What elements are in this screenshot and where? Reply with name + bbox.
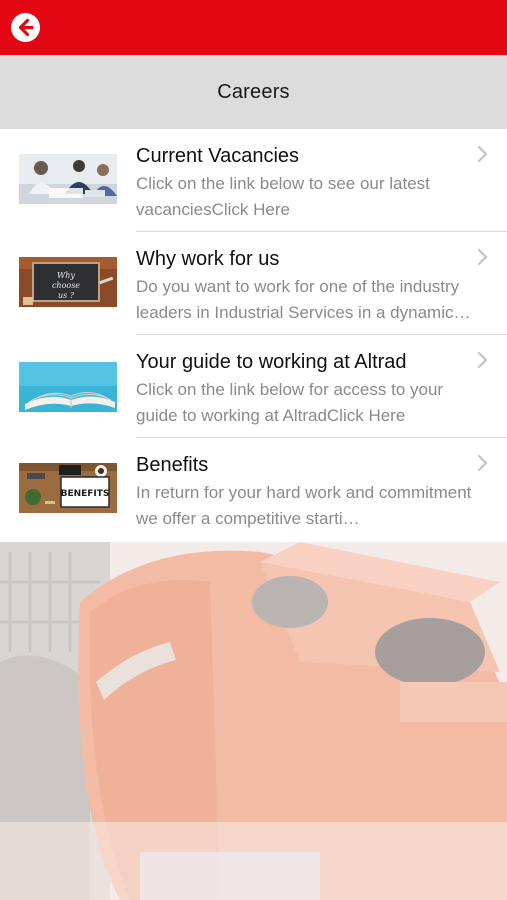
benefits-desk-photo-thumbnail: BENEFITS [19,463,117,513]
list-item-title: Your guide to working at Altrad [136,351,407,373]
back-button[interactable] [11,13,40,42]
list-item-description: Click on the link below to see our lates… [136,174,430,219]
open-book-photo-thumbnail [19,362,117,412]
list-item-description: Click on the link below for access to yo… [136,380,444,425]
page-title-bar: Careers [0,55,507,129]
svg-text:us ?: us ? [58,291,75,300]
list-item-why-work-for-us[interactable]: Why choose us ? Why work for us Do you w… [0,232,507,335]
list-item-text: Current Vacancies Click on the link belo… [136,144,485,223]
list-item-benefits[interactable]: BENEFITS Benefits In return for your har… [0,438,507,541]
top-app-bar [0,0,507,55]
careers-list: Current Vacancies Click on the link belo… [0,129,507,542]
list-item-title: Current Vacancies [136,145,300,167]
list-item-description: Do you want to work for one of the indus… [136,277,471,322]
list-item-text: Why work for us Do you want to work for … [136,247,485,326]
list-item-current-vacancies[interactable]: Current Vacancies Click on the link belo… [0,129,507,232]
list-item-title: Benefits [136,454,209,476]
list-item-title: Why work for us [136,248,280,270]
list-item-description: In return for your hard work and commitm… [136,483,472,528]
chevron-right-icon [477,351,488,369]
page-title: Careers [217,80,290,103]
background-photo-worker [0,542,507,900]
chalkboard-text: Why [57,271,75,280]
list-item-guide-to-working[interactable]: Your guide to working at Altrad Click on… [0,335,507,438]
chevron-right-icon [477,145,488,163]
chalkboard-photo-thumbnail: Why choose us ? [19,257,117,307]
chevron-right-icon [477,454,488,472]
meeting-photo-thumbnail [19,154,117,204]
back-arrow-icon [18,18,34,37]
benefits-sign-text: BENEFITS [61,489,110,499]
list-item-text: Your guide to working at Altrad Click on… [136,350,485,429]
chevron-right-icon [477,248,488,266]
list-item-text: Benefits In return for your hard work an… [136,453,485,532]
svg-text:choose: choose [52,281,80,290]
